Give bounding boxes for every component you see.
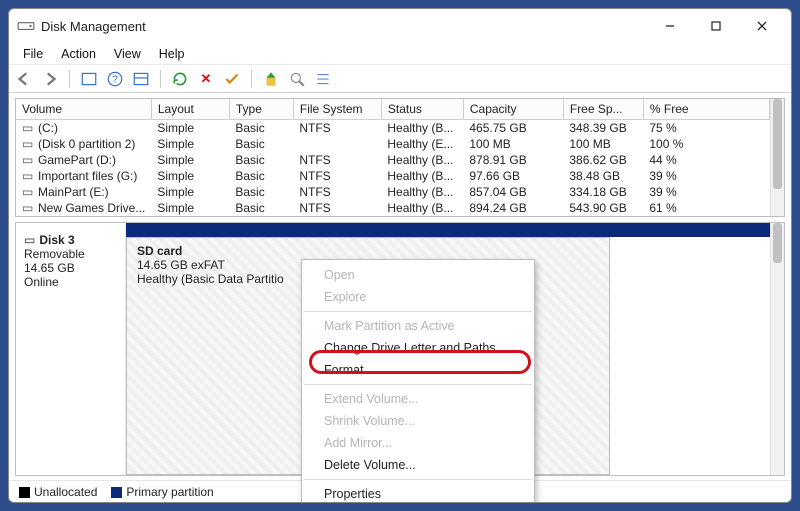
disk-info: ▭ Disk 3 Removable 14.65 GB Online: [16, 223, 126, 475]
disk-icon: ▭: [24, 233, 35, 247]
table-row[interactable]: ▭(C:)SimpleBasicNTFSHealthy (B...465.75 …: [16, 120, 770, 137]
disk-size: 14.65 GB: [24, 261, 117, 275]
table-row[interactable]: ▭New Games Drive...SimpleBasicNTFSHealth…: [16, 200, 770, 216]
ctx-format[interactable]: Format...: [302, 359, 534, 381]
legend-swatch-unallocated: [19, 487, 30, 498]
partition-name: SD card: [137, 244, 599, 258]
disk-kind: Removable: [24, 247, 117, 261]
drive-icon: ▭: [22, 121, 36, 135]
minimize-button[interactable]: [647, 11, 693, 41]
close-button[interactable]: [739, 11, 785, 41]
volume-list-panel: Volume Layout Type File System Status Ca…: [15, 98, 785, 217]
col-type[interactable]: Type: [229, 99, 293, 120]
ctx-add-mirror[interactable]: Add Mirror...: [302, 432, 534, 454]
delete-icon[interactable]: ✕: [197, 70, 215, 88]
drive-icon: ▭: [22, 169, 36, 183]
toolbar-icon-list[interactable]: [314, 70, 332, 88]
legend-swatch-primary: [111, 487, 122, 498]
ctx-extend-volume[interactable]: Extend Volume...: [302, 388, 534, 410]
toolbar-icon-search[interactable]: [288, 70, 306, 88]
table-header-row: Volume Layout Type File System Status Ca…: [16, 99, 770, 120]
volume-scrollbar[interactable]: [770, 99, 784, 216]
volume-table[interactable]: Volume Layout Type File System Status Ca…: [16, 99, 770, 216]
refresh-icon[interactable]: [171, 70, 189, 88]
menu-action[interactable]: Action: [53, 45, 104, 63]
ctx-properties[interactable]: Properties: [302, 483, 534, 503]
table-row[interactable]: ▭MainPart (E:)SimpleBasicNTFSHealthy (B.…: [16, 184, 770, 200]
toolbar-icon-1[interactable]: [80, 70, 98, 88]
window-title: Disk Management: [41, 19, 647, 34]
svg-text:?: ?: [112, 74, 118, 85]
menu-help[interactable]: Help: [151, 45, 193, 63]
partition-header-bar: [126, 223, 770, 237]
ctx-open[interactable]: Open: [302, 264, 534, 286]
toolbar-icon-up[interactable]: [262, 70, 280, 88]
context-menu: Open Explore Mark Partition as Active Ch…: [301, 259, 535, 503]
ctx-delete-volume[interactable]: Delete Volume...: [302, 454, 534, 476]
menu-view[interactable]: View: [106, 45, 149, 63]
ctx-change-drive-letter[interactable]: Change Drive Letter and Paths...: [302, 337, 534, 359]
ctx-shrink-volume[interactable]: Shrink Volume...: [302, 410, 534, 432]
back-icon[interactable]: [15, 70, 33, 88]
window-controls: [647, 11, 785, 41]
col-capacity[interactable]: Capacity: [463, 99, 563, 120]
ctx-explore[interactable]: Explore: [302, 286, 534, 308]
drive-icon: ▭: [22, 153, 36, 167]
toolbar-icon-3[interactable]: [132, 70, 150, 88]
col-volume[interactable]: Volume: [16, 99, 151, 120]
drive-icon: ▭: [22, 137, 36, 151]
legend-primary: Primary partition: [126, 485, 213, 499]
col-pctfree[interactable]: % Free: [643, 99, 769, 120]
disk-scrollbar[interactable]: [770, 223, 784, 475]
col-layout[interactable]: Layout: [151, 99, 229, 120]
menubar: File Action View Help: [9, 43, 791, 65]
forward-icon[interactable]: [41, 70, 59, 88]
titlebar: Disk Management: [9, 9, 791, 43]
app-icon: [17, 17, 35, 35]
col-status[interactable]: Status: [381, 99, 463, 120]
disk-name: Disk 3: [39, 233, 74, 247]
drive-icon: ▭: [22, 185, 36, 199]
disk-management-window: Disk Management File Action View Help ? …: [8, 8, 792, 503]
drive-icon: ▭: [22, 201, 36, 215]
table-row[interactable]: ▭Important files (G:)SimpleBasicNTFSHeal…: [16, 168, 770, 184]
menu-file[interactable]: File: [15, 45, 51, 63]
table-row[interactable]: ▭(Disk 0 partition 2)SimpleBasicHealthy …: [16, 136, 770, 152]
table-row[interactable]: ▭GamePart (D:)SimpleBasicNTFSHealthy (B.…: [16, 152, 770, 168]
disk-state: Online: [24, 275, 117, 289]
col-free[interactable]: Free Sp...: [563, 99, 643, 120]
legend-unallocated: Unallocated: [34, 485, 97, 499]
toolbar: ? ✕: [9, 65, 791, 93]
ctx-mark-active[interactable]: Mark Partition as Active: [302, 315, 534, 337]
maximize-button[interactable]: [693, 11, 739, 41]
check-icon[interactable]: [223, 70, 241, 88]
col-filesystem[interactable]: File System: [293, 99, 381, 120]
help-icon[interactable]: ?: [106, 70, 124, 88]
